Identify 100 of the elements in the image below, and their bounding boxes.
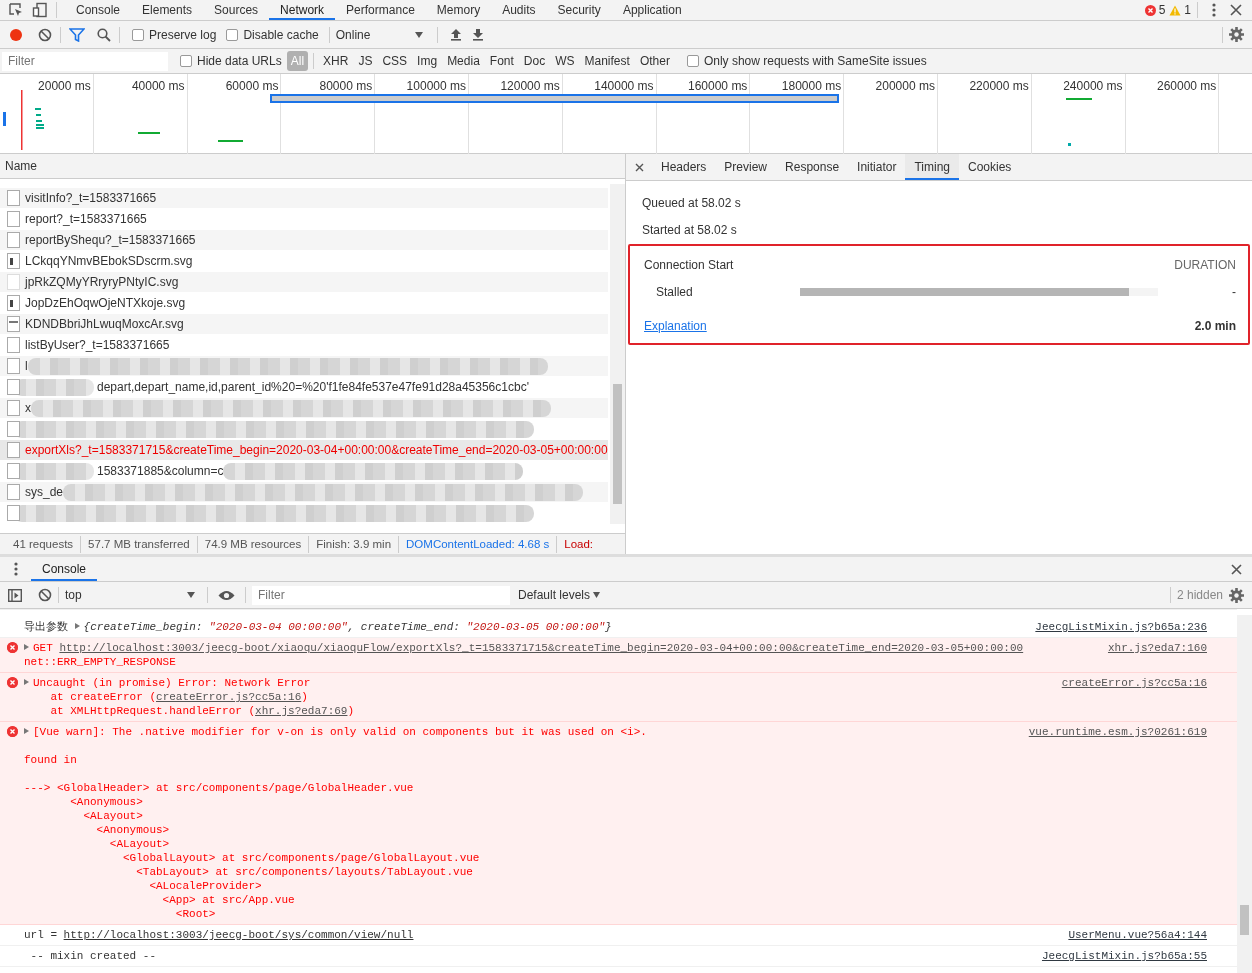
resource-type-filter[interactable]: Media xyxy=(443,51,484,71)
eye-icon[interactable] xyxy=(218,589,235,601)
search-icon[interactable] xyxy=(97,27,111,42)
panel-tab[interactable]: Audits xyxy=(491,0,547,20)
panel-tab[interactable]: Elements xyxy=(131,0,204,20)
expand-arrow-icon[interactable] xyxy=(24,728,29,734)
source-link[interactable]: xhr.js?eda7:160 xyxy=(1107,641,1237,669)
expand-arrow-icon[interactable] xyxy=(24,679,29,685)
samesite-checkbox[interactable] xyxy=(686,55,699,67)
hide-data-urls-checkbox[interactable] xyxy=(180,55,192,67)
panel-tab[interactable]: Application xyxy=(611,0,693,20)
selection-range[interactable] xyxy=(270,94,839,103)
source-link[interactable]: UserMenu.vue?56a4:144 xyxy=(1068,928,1237,942)
section-title: Connection Start xyxy=(644,257,734,274)
file-icon xyxy=(7,274,20,291)
record-button[interactable] xyxy=(9,27,23,42)
import-icon[interactable] xyxy=(449,28,462,41)
log-levels-dropdown[interactable]: Default levels xyxy=(518,586,601,604)
panel-tab[interactable]: Security xyxy=(546,0,612,20)
object-preview-text: , createTime_end: xyxy=(347,621,461,633)
source-link[interactable]: http://localhost:3003/jeecg-boot/xiaoqu/xiaoquFlow/exportXls?_t=1583371715&createTime_begin=2020-03-04+00:00:00&createTime_end=2020-03-05+00:00:00 xyxy=(59,642,1024,654)
request-row[interactable]: jpRkZQMyYRryryPNtyIC.svg xyxy=(0,272,608,294)
time-tick-label: 20000 ms xyxy=(38,78,91,95)
request-name: visitInfo?_t=1583371665 xyxy=(25,190,157,208)
resource-type-filter[interactable]: JS xyxy=(354,51,377,71)
device-toolbar-icon[interactable] xyxy=(32,2,48,18)
panel-tab[interactable]: Performance xyxy=(335,0,426,20)
export-icon[interactable] xyxy=(471,28,484,41)
source-link[interactable]: JeecgListMixin.js?b65a:55 xyxy=(1041,949,1237,963)
file-icon xyxy=(7,505,20,522)
more-options-icon[interactable] xyxy=(1212,3,1216,17)
warning-icon xyxy=(1169,4,1182,16)
disable-cache-checkbox[interactable] xyxy=(226,28,239,41)
source-link[interactable]: xhr.js?eda7:69 xyxy=(255,705,348,717)
explanation-link[interactable]: Explanation xyxy=(644,317,707,335)
settings-icon[interactable] xyxy=(1229,27,1244,42)
sidebar-toggle-icon[interactable] xyxy=(8,588,22,602)
error-icon xyxy=(7,642,18,653)
filter-field[interactable]: Filter xyxy=(2,51,168,71)
close-icon[interactable] xyxy=(1231,563,1242,575)
detail-tab[interactable]: Response xyxy=(776,154,849,180)
scrollbar[interactable] xyxy=(1237,615,1252,973)
detail-tab[interactable]: Cookies xyxy=(959,154,1021,180)
source-link[interactable]: http://localhost:3003/jeecg-boot/sys/common/view/null xyxy=(63,929,414,941)
resource-type-filter[interactable]: WS xyxy=(551,51,579,71)
request-name: exportXls?_t=1583371715&createTime_begin=2020-03-04+00:00:00&createTime_end=2020-03-05+00:00:00 xyxy=(25,442,608,460)
clear-icon[interactable] xyxy=(38,588,52,602)
close-icon[interactable] xyxy=(635,162,644,172)
resource-type-filter[interactable]: Font xyxy=(485,51,518,71)
filter-icon[interactable] xyxy=(69,27,85,42)
inspect-icon[interactable] xyxy=(8,2,24,18)
request-name: x xyxy=(25,400,31,418)
scrollbar[interactable] xyxy=(610,184,625,524)
throttling-dropdown[interactable]: Online xyxy=(335,25,431,44)
duration-header: DURATION xyxy=(1174,257,1236,274)
resource-type-filter[interactable]: Doc xyxy=(519,51,550,71)
message-text: net::ERR_EMPTY_RESPONSE xyxy=(24,656,176,668)
source-link[interactable]: vue.runtime.esm.js?0261:619 xyxy=(1028,725,1237,921)
request-row[interactable]: reportByShequ?_t=1583371665 xyxy=(0,230,608,252)
request-row[interactable]: l xyxy=(0,356,608,378)
preserve-log-checkbox[interactable] xyxy=(132,28,144,41)
close-icon[interactable] xyxy=(1230,4,1242,16)
filter-field[interactable]: Filter xyxy=(252,585,510,605)
request-row[interactable]: x xyxy=(0,398,608,420)
context-dropdown[interactable]: top xyxy=(65,586,201,604)
dropdown-arrow-icon xyxy=(187,592,195,598)
resource-type-filter[interactable]: XHR xyxy=(319,51,353,71)
request-row[interactable]: visitInfo?_t=1583371665 xyxy=(0,188,608,210)
settings-icon[interactable] xyxy=(1229,587,1244,603)
request-name: listByUser?_t=1583371665 xyxy=(25,337,170,355)
resource-type-filter[interactable]: Manifest xyxy=(580,51,634,71)
hide-data-urls-label: Hide data URLs xyxy=(197,53,282,70)
detail-tab[interactable]: Preview xyxy=(715,154,777,180)
request-row[interactable]: exportXls?_t=1583371715&createTime_begin=2020-03-04+00:00:00&createTime_end=2020-03-05+00:00:00 xyxy=(0,440,608,462)
panel-tab[interactable]: Sources xyxy=(203,0,270,20)
source-link[interactable]: JeecgListMixin.js?b65a:236 xyxy=(1035,620,1237,634)
file-icon xyxy=(7,232,20,249)
error-icon xyxy=(7,726,18,737)
panel-tab[interactable]: Console xyxy=(65,0,132,20)
source-link[interactable]: createError.js?cc5a:16 xyxy=(1061,676,1237,718)
error-count: 5 xyxy=(1158,2,1166,19)
detail-tab[interactable]: Headers xyxy=(652,154,716,180)
message-text: <ALocaleProvider> xyxy=(148,880,262,892)
more-options-icon[interactable] xyxy=(14,562,18,576)
request-row[interactable]: sys_de xyxy=(0,482,608,504)
detail-tab[interactable]: Initiator xyxy=(848,154,906,180)
clear-icon[interactable] xyxy=(38,27,52,42)
phase-duration: - xyxy=(1232,284,1236,301)
request-row[interactable]: KDNDBbriJhLwuqMoxcAr.svg xyxy=(0,314,608,336)
resource-type-filter[interactable]: Other xyxy=(635,51,674,71)
resource-type-filter[interactable]: Img xyxy=(413,51,442,71)
panel-tab[interactable]: Memory xyxy=(425,0,492,20)
resource-type-filter[interactable]: CSS xyxy=(378,51,412,71)
expand-arrow-icon[interactable] xyxy=(74,623,80,629)
request-row[interactable]: 1583371885&column=c xyxy=(0,461,608,483)
summary-text: 41 requests xyxy=(6,535,82,553)
column-header[interactable]: Name xyxy=(5,157,37,176)
expand-arrow-icon[interactable] xyxy=(24,644,29,650)
detail-tab[interactable]: Timing xyxy=(905,154,959,180)
source-link[interactable]: createError.js?cc5a:16 xyxy=(156,691,302,703)
